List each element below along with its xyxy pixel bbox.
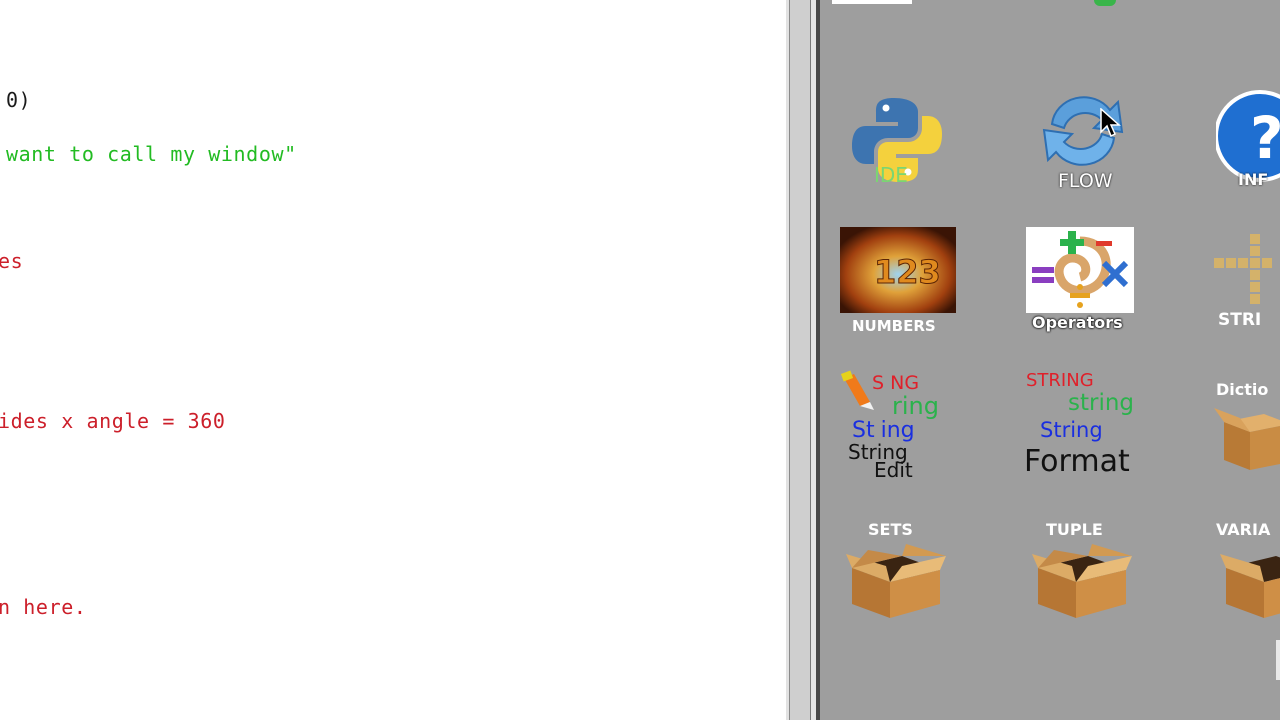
- code-editor[interactable]: 0) want to call my window" es ides x ang…: [0, 0, 786, 720]
- tile-label: VARIA: [1216, 520, 1271, 539]
- svg-text:?: ?: [1250, 104, 1280, 172]
- box-icon: [846, 544, 946, 618]
- word-format: Format: [1024, 444, 1130, 479]
- svg-text:123: 123: [874, 253, 941, 291]
- tile-label: Operators: [1032, 313, 1123, 332]
- numbers-123-icon: 123: [840, 227, 956, 313]
- tile-strings[interactable]: STRI: [1212, 228, 1280, 338]
- tile-string-format[interactable]: STRING string String Format: [1024, 366, 1144, 482]
- tile-label: STRI: [1218, 310, 1262, 330]
- tile-label: SETS: [868, 520, 913, 539]
- tile-label: IDE: [874, 163, 908, 187]
- tile-tuple[interactable]: TUPLE: [1032, 518, 1132, 622]
- tile-ide[interactable]: IDE: [846, 92, 946, 192]
- partial-tile-top: [832, 0, 912, 4]
- scrollbar-thumb[interactable]: [1276, 640, 1280, 680]
- mouse-cursor-icon: [1100, 108, 1121, 138]
- box-icon: [1032, 544, 1132, 618]
- tile-operators[interactable]: Operators: [1026, 227, 1136, 337]
- word-string-upper: STRING: [1026, 370, 1094, 391]
- tile-string-edit[interactable]: S NG ring St ing String Edit: [840, 368, 964, 482]
- word-string-title: String: [1040, 418, 1103, 442]
- tile-variables[interactable]: VARIA: [1216, 518, 1280, 622]
- code-line: n here.: [0, 595, 87, 619]
- box-icon: [1214, 408, 1280, 470]
- tile-label: NUMBERS: [852, 317, 936, 335]
- tile-label: INF: [1238, 170, 1269, 189]
- box-icon: [1220, 554, 1280, 618]
- tile-numbers[interactable]: 123 NUMBERS: [840, 227, 956, 337]
- window-border[interactable]: [786, 0, 820, 720]
- word-sing: S NG: [872, 372, 920, 394]
- tile-label: TUPLE: [1046, 520, 1103, 539]
- code-line: 0): [6, 88, 32, 112]
- word-edit: Edit: [874, 458, 913, 482]
- tile-dictionary[interactable]: Dictio: [1214, 376, 1280, 486]
- code-line: want to call my window": [6, 142, 297, 166]
- word-ring: ring: [892, 392, 939, 420]
- code-line: ides x angle = 360: [0, 409, 226, 433]
- partial-icon-top: [1094, 0, 1116, 6]
- tile-info[interactable]: ? INF: [1216, 86, 1280, 190]
- launcher-panel: IDE FLOW ? INF 123: [820, 0, 1280, 720]
- word-string-lower: string: [1068, 390, 1135, 416]
- code-line: es: [0, 249, 24, 273]
- tile-label: FLOW: [1058, 170, 1113, 192]
- tile-sets[interactable]: SETS: [846, 518, 946, 622]
- scrabble-tiles-icon: [1214, 234, 1272, 304]
- tile-label: Dictio: [1216, 380, 1269, 399]
- operators-icon: [1026, 227, 1134, 313]
